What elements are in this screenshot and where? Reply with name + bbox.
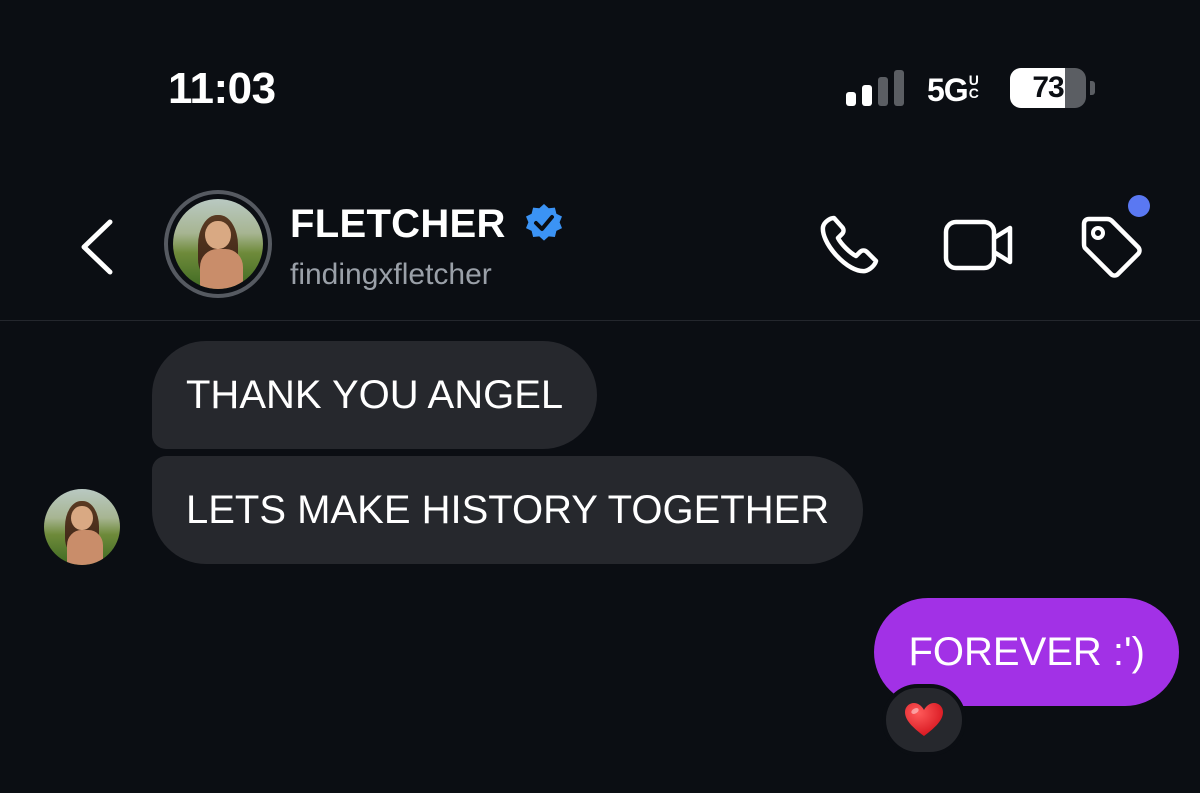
profile-avatar[interactable] bbox=[164, 190, 272, 298]
battery-icon: 73 bbox=[1010, 68, 1096, 108]
tag-icon bbox=[1081, 216, 1142, 278]
message-text: LETS MAKE HISTORY TOGETHER bbox=[186, 488, 830, 532]
dm-thread-screen: 11:03 5G U C 73 FLETCHER findingxfletche… bbox=[0, 0, 1200, 793]
header-divider bbox=[0, 320, 1200, 321]
audio-call-button[interactable] bbox=[816, 212, 882, 278]
battery-tip bbox=[1090, 81, 1095, 95]
signal-strength-icon bbox=[846, 70, 904, 106]
message-text: THANK YOU ANGEL bbox=[186, 373, 564, 417]
phone-icon bbox=[820, 215, 879, 274]
battery-body: 73 bbox=[1010, 68, 1086, 108]
video-camera-icon bbox=[943, 219, 1013, 271]
notification-dot bbox=[1128, 195, 1150, 217]
signal-bar bbox=[894, 70, 904, 106]
signal-bar bbox=[878, 77, 888, 106]
network-subtype: U C bbox=[968, 73, 979, 101]
message-reaction[interactable] bbox=[882, 684, 966, 756]
battery-level: 73 bbox=[1032, 71, 1064, 104]
contact-display-name[interactable]: FLETCHER bbox=[290, 202, 506, 247]
tag-button[interactable] bbox=[1076, 212, 1144, 280]
network-type: 5G bbox=[927, 72, 969, 108]
signal-bar bbox=[862, 85, 872, 106]
message-bubble-incoming[interactable]: THANK YOU ANGEL bbox=[152, 341, 598, 449]
verified-badge-icon bbox=[526, 204, 562, 241]
network-indicator: 5G U C bbox=[927, 72, 979, 109]
message-bubble-incoming[interactable]: LETS MAKE HISTORY TOGETHER bbox=[152, 456, 864, 564]
signal-bar bbox=[846, 92, 856, 106]
contact-username[interactable]: findingxfletcher bbox=[290, 258, 492, 292]
sender-avatar[interactable] bbox=[44, 489, 120, 565]
message-text: FOREVER :') bbox=[908, 630, 1145, 674]
video-call-button[interactable] bbox=[942, 214, 1016, 276]
heart-icon bbox=[905, 703, 943, 736]
back-button[interactable] bbox=[74, 216, 120, 278]
network-subtype-bottom: C bbox=[968, 85, 979, 101]
status-time: 11:03 bbox=[168, 64, 276, 113]
avatar-image bbox=[173, 199, 263, 289]
chevron-left-icon bbox=[81, 219, 113, 275]
